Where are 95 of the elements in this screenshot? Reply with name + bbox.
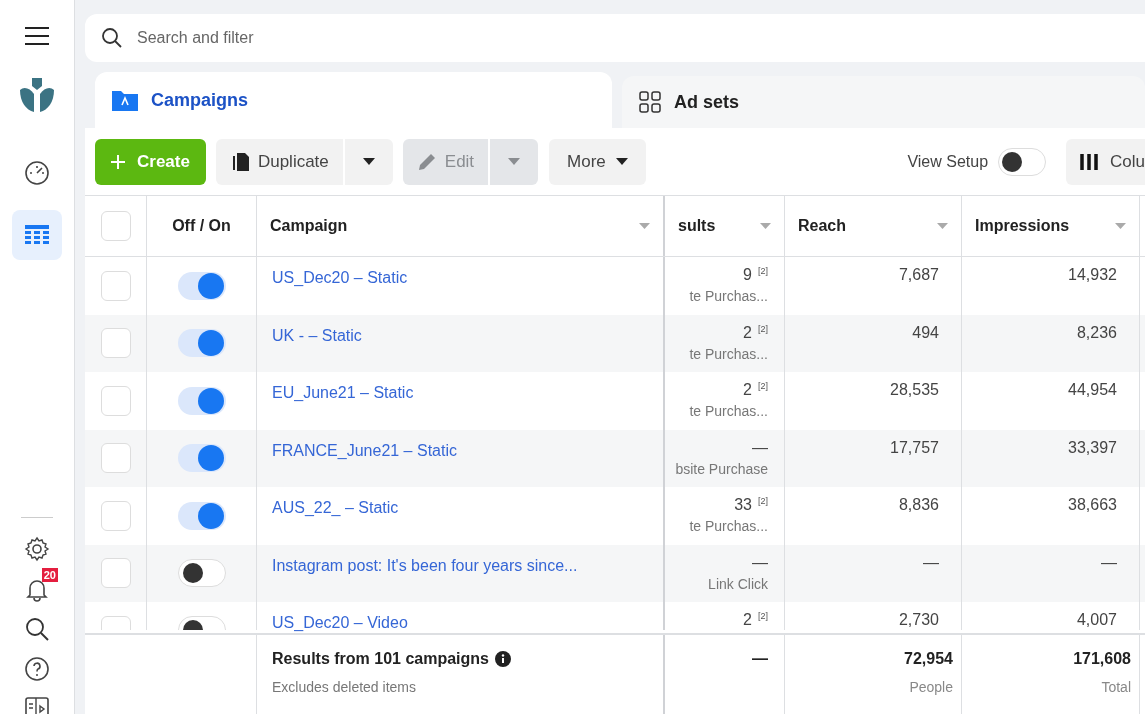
help-icon [24,656,50,682]
table-cell: 33 [734,496,752,514]
table-cell-text: Total [1101,678,1131,697]
sort-caret-icon [1115,223,1126,229]
table-cell-text: — [752,649,768,669]
table-cell: te Purchas... [689,288,768,304]
footnote-mark: [2] [758,381,768,391]
table-cell: 2 [743,381,752,399]
sort-caret-icon [937,223,948,229]
table-cell: 2 [743,323,752,342]
gauge-icon [24,160,50,186]
checkbox[interactable] [100,558,131,589]
checkbox[interactable] [100,500,131,531]
footnote-mark: [2] [758,266,768,276]
table-cell: te Purchas... [689,345,768,362]
toggle-switch[interactable] [177,444,226,473]
table-cell: 8,836 [898,496,939,514]
footnote-mark: [2] [758,323,768,334]
search-icon [101,27,123,49]
table-cell: 9 [743,266,752,284]
checkbox[interactable] [100,270,131,301]
table-cell-text: 72,954 [904,649,953,669]
table-cell: 38,663 [1068,496,1117,514]
campaign-link[interactable]: UK - – Static [272,326,362,344]
folder-icon [111,88,139,112]
table-cell: 33,397 [1068,438,1117,457]
campaign-link[interactable]: Instagram post: It's been four years since... [272,556,578,574]
summary-subtitle: Excludes deleted items [272,678,417,697]
checkbox[interactable] [100,385,131,416]
summary-title: Results from 101 campaigns [272,649,489,669]
checkbox[interactable] [100,443,131,474]
checkbox[interactable] [100,328,131,359]
logo-icon [18,76,56,114]
table-cell: — [752,438,768,457]
toggle-switch[interactable] [177,329,226,358]
campaign-link[interactable]: US_Dec20 – Video [272,614,408,631]
table-cell: Link Click [708,575,768,592]
campaign-link[interactable]: US_Dec20 – Static [272,269,408,286]
toggle-switch[interactable] [177,501,226,530]
search-input[interactable]: Search and filter [137,26,1145,50]
info-icon [494,651,511,667]
caret-icon [362,158,375,165]
sort-caret-icon [639,223,650,229]
toggle-switch[interactable] [177,386,226,415]
columns-button[interactable]: Colu [1066,138,1145,185]
column-header[interactable]: Impressions [975,214,1070,238]
sort-caret-icon [760,223,771,229]
columns-icon [1080,153,1101,170]
table-cell: te Purchas... [689,518,768,534]
table-cell: 2,730 [898,611,939,629]
settings-icon [24,536,50,562]
search-field[interactable]: Search and filter [85,14,1145,62]
table-cell: bsite Purchase [675,460,768,477]
table-cell-text: People [909,678,953,697]
table-cell: 17,757 [890,438,939,457]
plus-icon [111,154,125,169]
table-cell: 494 [912,323,939,342]
table-cell: — [752,553,768,572]
caret-icon [615,158,628,165]
toggle-switch[interactable] [998,147,1047,176]
search-icon [24,616,50,642]
grid-icon [638,90,662,114]
table-cell: 7,687 [898,266,939,284]
table-cell: 8,236 [1076,323,1117,342]
tab[interactable]: Ad sets [622,76,1145,128]
campaign-link[interactable]: AUS_22_ – Static [272,499,399,516]
toggle-switch[interactable] [177,559,226,588]
campaign-link[interactable]: FRANCE_June21 – Static [272,441,457,459]
view-setup-label: View Setup [907,151,989,172]
table-cell: 14,932 [1068,266,1117,284]
menu-icon [25,26,49,46]
duplicate-button[interactable]: Duplicate [215,138,343,185]
caret-icon [508,158,521,165]
table-cell: — [923,553,939,572]
sidebar-button[interactable] [22,656,52,682]
table-cell: 28,535 [890,381,939,399]
notification-badge: 20 [41,568,58,582]
table-cell: — [1101,553,1117,572]
table-cell: te Purchas... [689,403,768,419]
column-header[interactable]: Reach [798,214,847,238]
footnote-mark: [2] [758,611,768,621]
column-header[interactable]: Off / On [172,214,231,238]
tab[interactable]: Campaigns [95,72,612,128]
column-header[interactable]: Campaign [270,214,348,238]
table-cell: 4,007 [1076,611,1117,629]
toggle-switch[interactable] [177,271,226,300]
campaign-link[interactable]: EU_June21 – Static [272,384,414,401]
table-cell: 44,954 [1068,381,1117,399]
footnote-mark: [2] [758,496,768,506]
pencil-icon [416,151,437,172]
table-cell: 2 [743,611,752,629]
checkbox[interactable] [100,211,131,241]
column-header[interactable]: sults [678,214,716,238]
more-button[interactable]: More [549,138,646,185]
table-cell-text: 171,608 [1073,649,1131,669]
